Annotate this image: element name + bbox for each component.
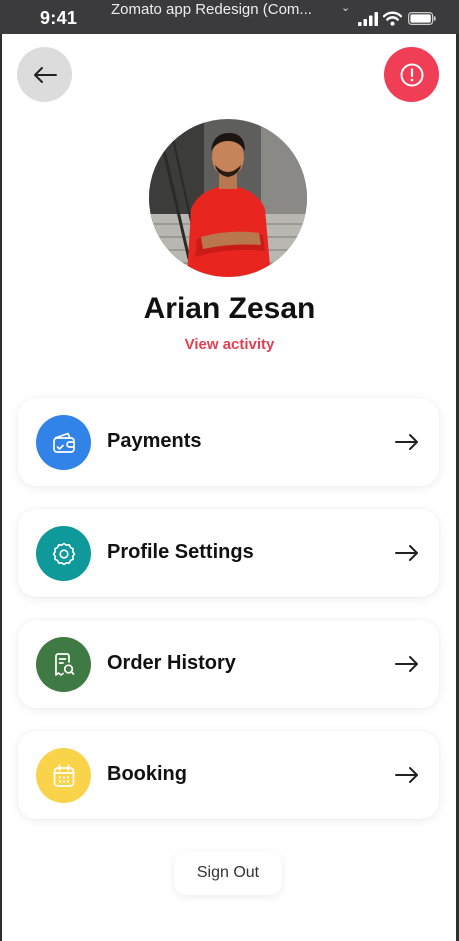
menu-item-label: Payments xyxy=(107,430,202,452)
back-button[interactable] xyxy=(17,47,72,102)
alert-button[interactable] xyxy=(384,47,439,102)
status-time: 9:41 xyxy=(40,8,78,28)
arrow-right-icon xyxy=(395,545,418,561)
battery-icon xyxy=(408,12,436,25)
payments-icon-circle xyxy=(36,415,91,470)
view-activity-link[interactable]: View activity xyxy=(0,336,459,353)
wallet-icon xyxy=(52,432,75,453)
menu-item-label: Booking xyxy=(107,763,187,785)
cellular-signal-icon xyxy=(358,12,378,26)
arrow-right-icon xyxy=(395,767,418,783)
frame-left-edge xyxy=(0,34,2,941)
menu-item-profile-settings[interactable]: Profile Settings xyxy=(18,509,439,597)
wifi-icon xyxy=(383,11,402,26)
menu-item-payments[interactable]: Payments xyxy=(18,398,439,486)
booking-icon-circle xyxy=(36,748,91,803)
arrow-right-icon xyxy=(395,434,418,450)
profile-settings-icon-circle xyxy=(36,526,91,581)
arrow-left-icon xyxy=(33,66,57,83)
menu-item-label: Order History xyxy=(107,652,236,674)
receipt-search-icon xyxy=(54,652,74,676)
sign-out-button[interactable]: Sign Out xyxy=(174,851,282,895)
order-history-icon-circle xyxy=(36,637,91,692)
gear-icon xyxy=(52,542,75,565)
menu-item-booking[interactable]: Booking xyxy=(18,731,439,819)
profile-name: Arian Zesan xyxy=(143,292,316,325)
profile-photo xyxy=(149,119,307,277)
status-bar: 9:41 Zomato app Redesign (Com... ⌄ xyxy=(0,0,459,34)
arrow-right-icon xyxy=(395,656,418,672)
exclamation-circle-icon xyxy=(400,63,423,86)
window-title: Zomato app Redesign (Com... xyxy=(111,1,312,18)
menu-item-order-history[interactable]: Order History xyxy=(18,620,439,708)
avatar[interactable] xyxy=(149,119,307,277)
chevron-down-icon[interactable]: ⌄ xyxy=(341,1,350,14)
calendar-icon xyxy=(53,764,74,787)
menu-item-label: Profile Settings xyxy=(107,541,254,563)
